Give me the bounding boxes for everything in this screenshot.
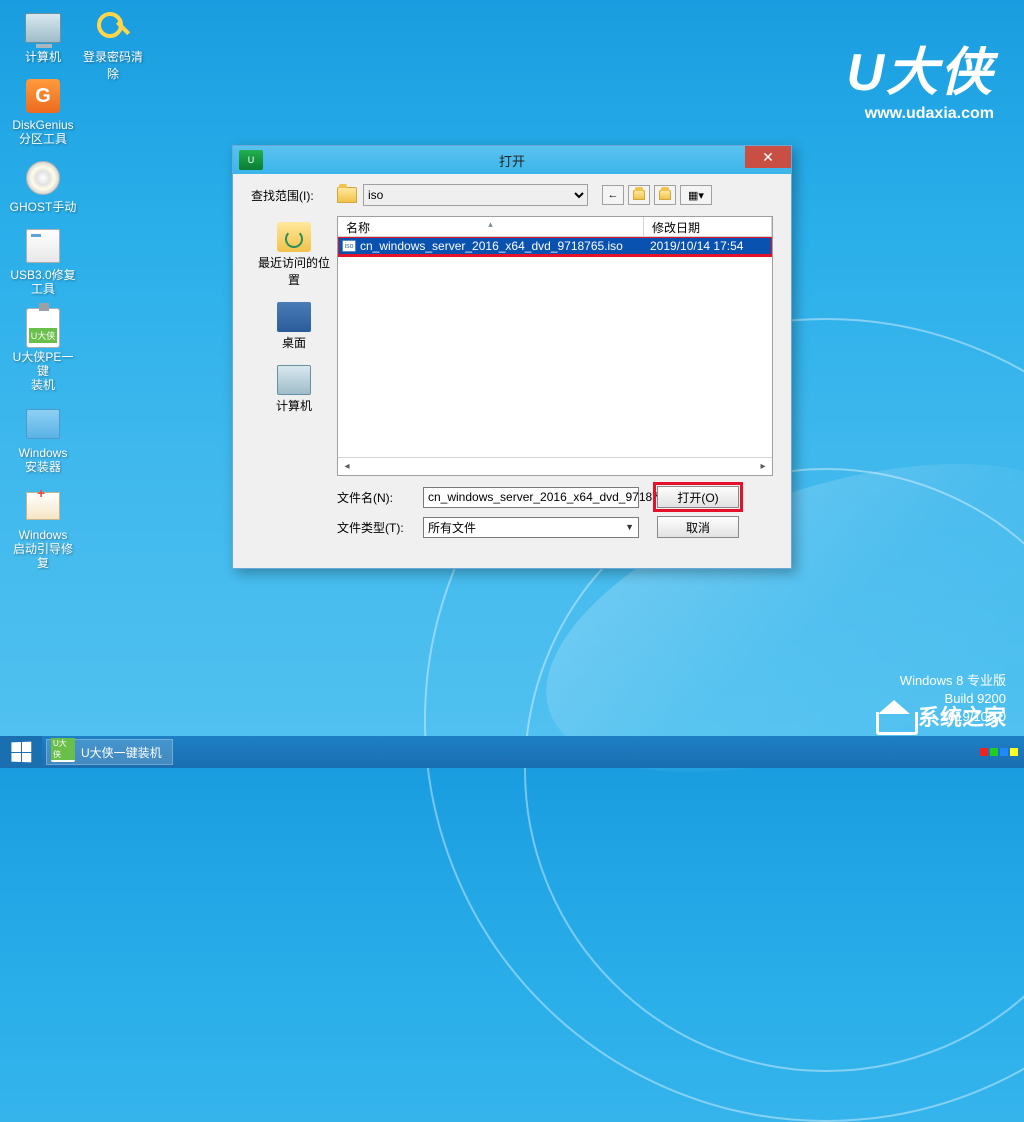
cancel-button[interactable]: 取消 [657, 516, 739, 538]
diskgenius-icon: G [26, 79, 60, 113]
windows-logo-icon [11, 742, 31, 763]
taskbar-app-label: U大侠一键装机 [81, 744, 162, 761]
place-computer[interactable]: 计算机 [276, 365, 312, 414]
nav-newfolder-button[interactable] [654, 185, 676, 205]
close-button[interactable]: ✕ [745, 146, 791, 168]
desktop-icon-diskgenius[interactable]: G DiskGenius 分区工具 [8, 76, 78, 146]
brand-logo: U大侠 www.udaxia.com [846, 30, 994, 123]
folder-new-icon [659, 190, 671, 200]
file-row-selected[interactable]: iso cn_windows_server_2016_x64_dvd_97187… [338, 237, 772, 255]
disc-icon [26, 161, 60, 195]
col-date[interactable]: 修改日期 [644, 217, 772, 236]
desktop-icon-computer[interactable]: 计算机 [8, 8, 78, 64]
filename-label: 文件名(N): [337, 489, 423, 506]
taskbar-app-udaxia[interactable]: U大侠 U大侠一键装机 [46, 739, 173, 765]
toolbox-icon [26, 492, 60, 520]
titlebar[interactable]: U 打开 ✕ [233, 146, 791, 174]
dialog-title: 打开 [499, 151, 525, 170]
open-button[interactable]: 打开(O) [657, 486, 739, 508]
scroll-right-icon[interactable]: ▸ [754, 461, 772, 472]
house-icon [876, 700, 912, 732]
desktop-icon-win-installer[interactable]: Windows 安装器 [8, 404, 78, 474]
system-tray[interactable] [980, 748, 1018, 756]
scroll-left-icon[interactable]: ◂ [338, 461, 356, 472]
filetype-label: 文件类型(T): [337, 519, 423, 536]
desktop-icon-ghost[interactable]: GHOST手动 [8, 158, 78, 214]
horizontal-scrollbar[interactable]: ◂ ▸ [338, 457, 772, 475]
file-list-header[interactable]: 名称 修改日期 [338, 217, 772, 237]
filename-value: cn_windows_server_2016_x64_dvd_9718765 [428, 490, 672, 504]
desktop-icon-bootrepair[interactable]: Windows 启动引导修复 [8, 486, 78, 570]
desktop-place-icon [277, 302, 311, 332]
recent-icon [277, 222, 311, 252]
folder-icon [337, 187, 357, 203]
desktop-icons: 计算机 G DiskGenius 分区工具 GHOST手动 USB3.0修复 工… [8, 8, 78, 570]
brand-sub: www.udaxia.com [846, 105, 994, 123]
nav-up-button[interactable] [628, 185, 650, 205]
taskbar-app-icon: U大侠 [51, 742, 75, 762]
filetype-combo[interactable]: 所有文件 ▼ [423, 517, 639, 538]
place-desktop[interactable]: 桌面 [277, 302, 311, 351]
app-icon: U [239, 150, 263, 170]
col-name[interactable]: 名称 [338, 217, 644, 236]
file-date: 2019/10/14 17:54 [644, 239, 772, 253]
places-bar: 最近访问的位 置 桌面 计算机 [251, 216, 337, 476]
taskbar[interactable]: U大侠 U大侠一键装机 [0, 736, 1024, 768]
brand-main: U大侠 [846, 30, 994, 105]
desktop-icon-udaxia-pe[interactable]: U大侠 U大侠PE一键 装机 [8, 308, 78, 392]
folder-up-icon [633, 190, 645, 200]
nav-back-button[interactable]: ← [602, 185, 624, 205]
installer-icon [26, 409, 60, 439]
iso-file-icon: iso [342, 240, 356, 252]
key-icon [97, 12, 129, 44]
filename-combo[interactable]: cn_windows_server_2016_x64_dvd_9718765 ▼ [423, 487, 639, 508]
lookin-label: 查找范围(I): [251, 187, 337, 204]
desktop-icon-password-clear[interactable]: 登录密码清除 [78, 8, 148, 82]
desktop-icon-usb3repair[interactable]: USB3.0修复 工具 [8, 226, 78, 296]
chevron-down-icon[interactable]: ▼ [625, 522, 634, 532]
file-name: cn_windows_server_2016_x64_dvd_9718765.i… [360, 239, 623, 253]
file-list[interactable]: 名称 修改日期 iso cn_windows_server_2016_x64_d… [337, 216, 773, 476]
lookin-select[interactable]: iso [363, 184, 588, 206]
computer-place-icon [277, 365, 311, 395]
site-watermark: 系统之家 [876, 700, 1006, 732]
place-recent[interactable]: 最近访问的位 置 [258, 222, 330, 288]
start-button[interactable] [0, 736, 42, 768]
open-file-dialog: U 打开 ✕ 查找范围(I): iso ← ▦▾ 最近访问的位 置 [232, 145, 792, 569]
usb-icon: U大侠 [26, 308, 60, 348]
nav-view-button[interactable]: ▦▾ [680, 185, 712, 205]
filetype-value: 所有文件 [428, 519, 476, 536]
document-icon [26, 229, 60, 263]
computer-icon [25, 13, 61, 43]
